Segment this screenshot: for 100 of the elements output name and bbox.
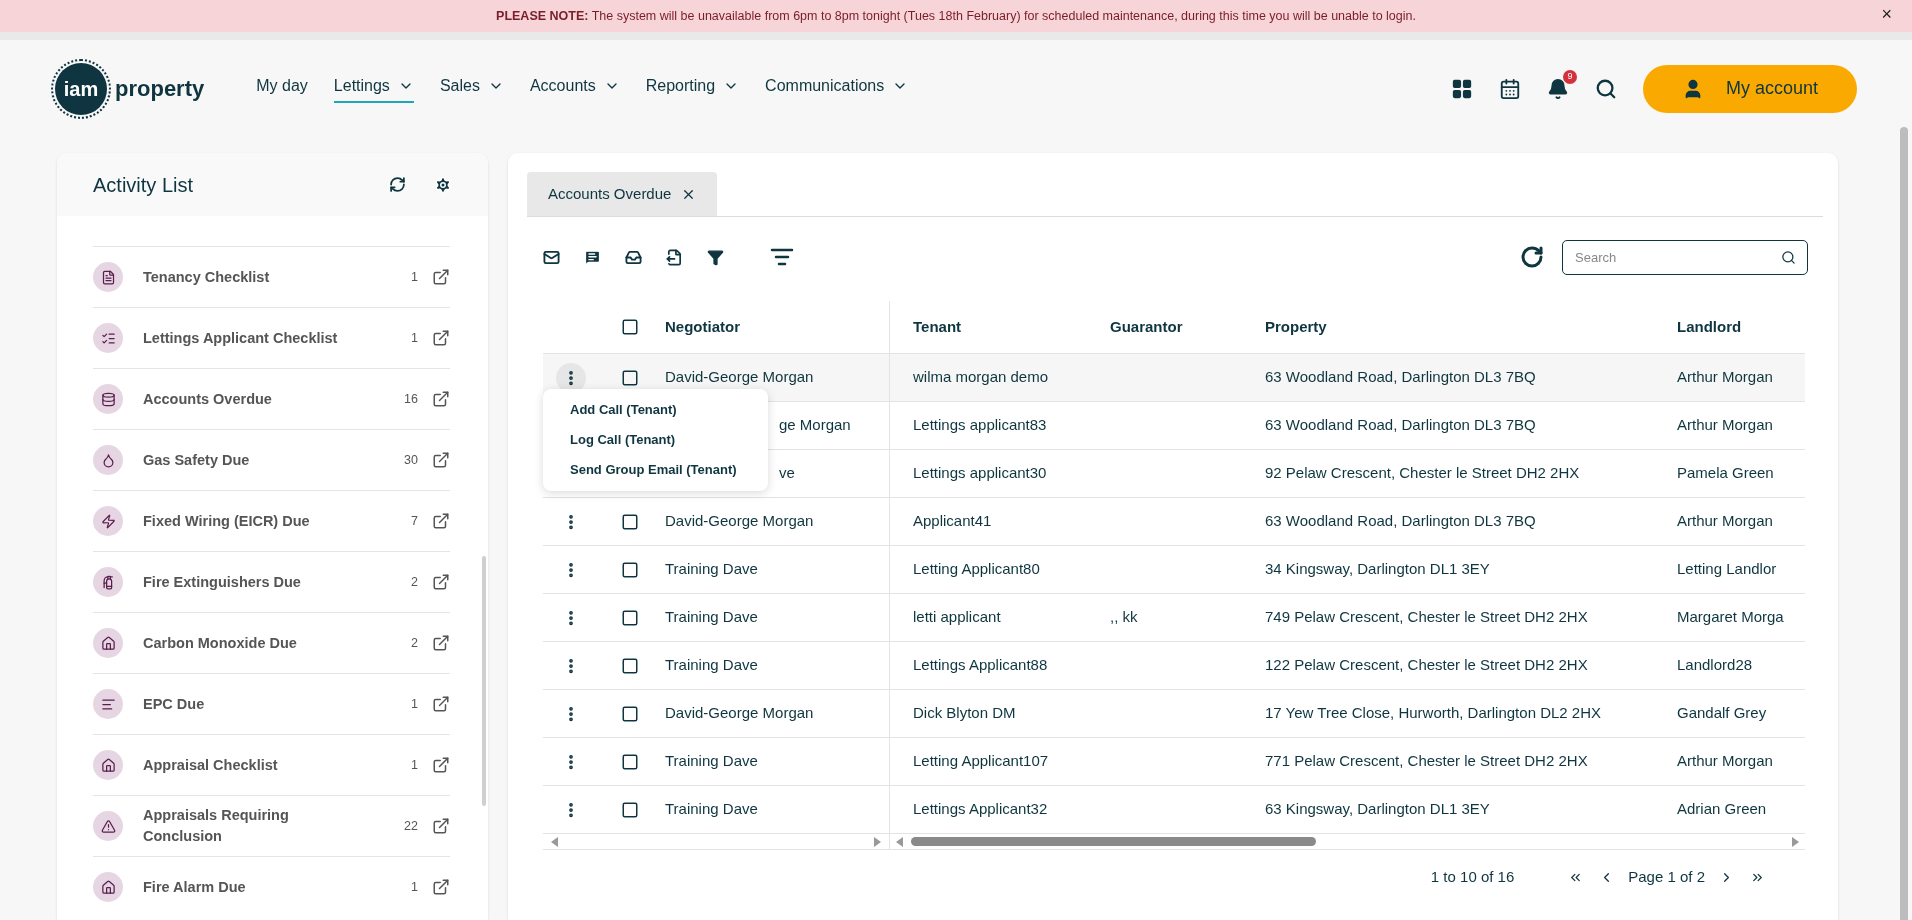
table-cell: Applicant41	[913, 512, 992, 530]
activity-item[interactable]: Fire Alarm Due 1	[93, 856, 450, 917]
table-cell: 17 Yew Tree Close, Hurworth, Darlington DL2 2HX	[1265, 704, 1601, 722]
table-cell: wilma morgan demo	[913, 368, 1049, 386]
table-cell: Letting Landlor	[1677, 560, 1777, 578]
table-cell: 749 Pelaw Crescent, Chester le Street DH2 2HX	[1265, 608, 1588, 626]
table-row[interactable]: Training Dave letti applicant ,, kk 749 Pelaw Crescent, Chester le Street DH2 2HX Margaret Morga	[543, 594, 1805, 642]
table-cell: ,, kk	[1110, 608, 1138, 626]
table-cell-text: ge Morgan	[779, 415, 851, 436]
activity-label: Appraisals Requiring Conclusion	[143, 806, 290, 846]
nav-tab[interactable]: Sales	[439, 74, 504, 103]
activity-count: 1	[411, 756, 418, 774]
results-tab[interactable]: Accounts Overdue	[527, 172, 718, 216]
table-cell: Letting Applicant107	[913, 752, 1049, 770]
table-cell: Dick Blyton DM	[913, 704, 1016, 722]
table-cell: 34 Kingsway, Darlington DL1 3EY	[1265, 560, 1490, 578]
activity-item[interactable]: Appraisal Checklist 1	[93, 734, 450, 795]
table-cell: 63 Kingsway, Darlington DL1 3EY	[1265, 800, 1490, 818]
activity-count: 16	[404, 390, 418, 408]
table-cell: 122 Pelaw Crescent, Chester le Street DH2 2HX	[1265, 656, 1588, 674]
activity-count: 2	[411, 573, 418, 591]
column-header[interactable]: Landlord	[1677, 315, 1805, 339]
table-cell: 771 Pelaw Crescent, Chester le Street DH2 2HX	[1265, 752, 1588, 770]
table-cell: Arthur Morgan	[1677, 368, 1773, 386]
banner-message: PLEASE NOTE: The system will be unavailable from 6pm to 8pm tonight (Tues 18th February) for scheduled maintenance, during this time you will be unable to login.	[496, 7, 1416, 25]
table-row[interactable]: David-George Morgan wilma morgan demo 63 Woodland Road, Darlington DL3 7BQ Arthur Morgan	[543, 354, 1805, 402]
activity-label: Appraisal Checklist	[143, 755, 279, 775]
table-cell: 63 Woodland Road, Darlington DL3 7BQ	[1265, 368, 1536, 386]
activity-item[interactable]: EPC Due 1	[93, 673, 450, 734]
table-cell: 92 Pelaw Crescent, Chester le Street DH2 2HX	[1265, 464, 1580, 482]
nav-tab[interactable]: Reporting	[645, 74, 740, 103]
activity-count: 22	[404, 817, 418, 835]
table-row[interactable]: Training Dave Lettings Applicant88 122 Pelaw Crescent, Chester le Street DH2 2HX Landlord28	[543, 642, 1805, 690]
table-row[interactable]: Training Dave Letting Applicant80 34 Kingsway, Darlington DL1 3EY Letting Landlor	[543, 546, 1805, 594]
activity-count: 7	[411, 512, 418, 530]
table-cell: Arthur Morgan	[1677, 416, 1773, 434]
table-cell-text: David-George Morgan	[665, 703, 814, 724]
table-cell: Pamela Green	[1677, 464, 1774, 482]
activity-item[interactable]: Accounts Overdue 16	[93, 368, 450, 429]
menu-item[interactable]: Send Group Email (Tenant)	[543, 455, 768, 485]
table-cell-text: Training Dave	[665, 751, 758, 772]
nav-tab[interactable]: Lettings	[333, 74, 414, 103]
column-header[interactable]: Guarantor	[1110, 315, 1265, 339]
nav-tab[interactable]: Accounts	[529, 74, 620, 103]
activity-item[interactable]: Gas Safety Due 30	[93, 429, 450, 490]
table-cell: 63 Woodland Road, Darlington DL3 7BQ	[1265, 416, 1536, 434]
activity-label: Tenancy Checklist	[143, 267, 271, 287]
activity-label: Carbon Monoxide Due	[143, 633, 298, 653]
logo-wordmark: property	[115, 75, 205, 103]
column-header[interactable]: Property	[1265, 315, 1677, 339]
activity-item[interactable]: Appraisals Requiring Conclusion 22	[93, 795, 450, 856]
record-range: 1 to 10 of 16	[1430, 867, 1515, 888]
activity-label: Fire Alarm Due	[143, 877, 247, 897]
table-cell-text: Training Dave	[665, 607, 758, 628]
table-row[interactable]: Training Dave Letting Applicant107 771 Pelaw Crescent, Chester le Street DH2 2HX Arthur Morgan	[543, 738, 1805, 786]
table-cell-text: David-George Morgan	[665, 511, 814, 532]
nav-tab[interactable]: Communications	[765, 74, 909, 103]
close-button[interactable]: ×	[1881, 5, 1892, 23]
panel-title: Activity List	[93, 172, 194, 198]
column-header[interactable]: Negotiator	[665, 315, 740, 339]
logo-mark: iam	[55, 62, 107, 115]
activity-count: 2	[411, 634, 418, 652]
page-indicator: Page 1 of 2	[1628, 867, 1705, 888]
activity-count: 1	[411, 268, 418, 286]
table-row[interactable]: Training Dave Lettings Applicant32 63 Kingsway, Darlington DL1 3EY Adrian Green	[543, 786, 1805, 834]
table-cell: Lettings Applicant88	[913, 656, 1048, 674]
activity-count: 1	[411, 329, 418, 347]
table-cell: Lettings Applicant32	[913, 800, 1048, 818]
activity-label: Fire Extinguishers Due	[143, 572, 302, 592]
table-cell-text: Training Dave	[665, 559, 758, 580]
activity-item[interactable]: Fire Extinguishers Due 2	[93, 551, 450, 612]
table-cell: Arthur Morgan	[1677, 752, 1773, 770]
column-header[interactable]: Tenant	[890, 315, 1110, 339]
table-cell: Lettings applicant83	[913, 416, 1047, 434]
table-cell-text: Training Dave	[665, 655, 758, 676]
activity-item[interactable]: Fixed Wiring (EICR) Due 7	[93, 490, 450, 551]
activity-item[interactable]: Carbon Monoxide Due 2	[93, 612, 450, 673]
table-cell: Letting Applicant80	[913, 560, 1040, 578]
table-cell: Landlord28	[1677, 656, 1753, 674]
activity-count: 1	[411, 695, 418, 713]
activity-item[interactable]: Tenancy Checklist 1	[93, 246, 450, 307]
activity-label: Lettings Applicant Checklist	[143, 328, 339, 348]
activity-item[interactable]: Lettings Applicant Checklist 1	[93, 307, 450, 368]
nav-tab[interactable]: My day	[256, 74, 308, 103]
table-row[interactable]: David-George Morgan Applicant41 63 Woodland Road, Darlington DL3 7BQ Arthur Morgan	[543, 498, 1805, 546]
table-cell: Margaret Morga	[1677, 608, 1784, 626]
table-cell-text: Training Dave	[665, 799, 758, 820]
activity-label: Gas Safety Due	[143, 450, 251, 470]
activity-count: 1	[411, 878, 418, 896]
activity-label: Accounts Overdue	[143, 389, 273, 409]
activity-label: Fixed Wiring (EICR) Due	[143, 511, 311, 531]
table-cell: Adrian Green	[1677, 800, 1767, 818]
account-button[interactable]: My account	[1643, 64, 1857, 113]
table-cell: Arthur Morgan	[1677, 512, 1773, 530]
search-field[interactable]: Search	[1562, 239, 1808, 275]
table-cell: Gandalf Grey	[1677, 704, 1767, 722]
activity-label: EPC Due	[143, 694, 206, 714]
table-cell: Lettings applicant30	[913, 464, 1047, 482]
notification-badge: 9	[1563, 69, 1577, 84]
table-row[interactable]: David-George Morgan Dick Blyton DM 17 Yew Tree Close, Hurworth, Darlington DL2 2HX Gandalf Grey	[543, 690, 1805, 738]
